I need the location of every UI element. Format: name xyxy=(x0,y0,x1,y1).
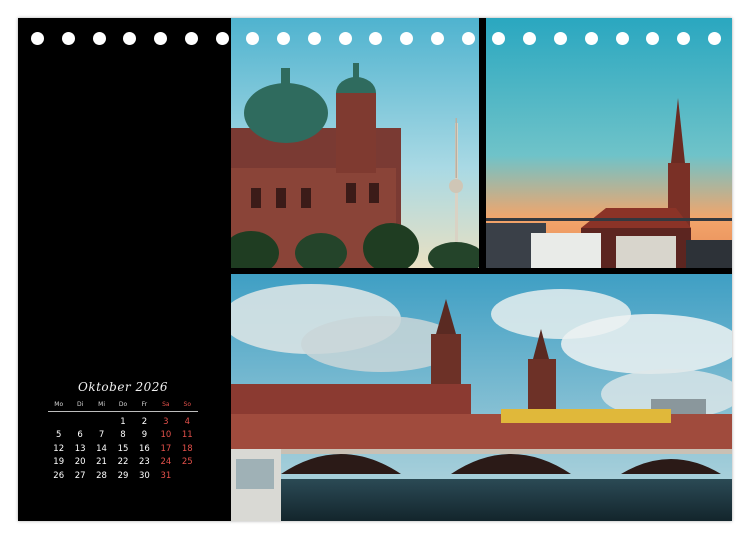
day-cell: 29 xyxy=(117,470,129,481)
binding-hole xyxy=(215,32,229,45)
binding-hole xyxy=(338,32,352,45)
day-grid: 1 2 3 4 5 6 7 8 9 10 11 12 13 14 15 16 17 18 19 20 21 22 23 24 2… xyxy=(48,412,198,483)
day-cell: 28 xyxy=(96,470,107,481)
day-cell: 9 xyxy=(141,430,148,441)
day-cell: 7 xyxy=(98,430,105,441)
calendar-page: Oktober 2026 Mo Di Mi Do Fr Sa So 1 2 3 4 5 6 7 8 9 10 1… xyxy=(18,18,732,521)
day-cell: 6 xyxy=(77,430,83,441)
day-cell: 3 xyxy=(163,416,169,427)
day-cell: 30 xyxy=(139,470,150,481)
day-cell: 15 xyxy=(117,443,129,454)
binding-hole xyxy=(523,32,537,45)
day-cell: 26 xyxy=(53,470,65,481)
binding-hole xyxy=(461,32,475,45)
day-cell: 8 xyxy=(120,430,126,441)
binding-hole xyxy=(184,32,198,45)
day-cell: 14 xyxy=(96,443,107,454)
binding-hole xyxy=(707,32,721,45)
binding-hole xyxy=(677,32,691,45)
day-cell: 25 xyxy=(181,457,193,468)
binding-hole xyxy=(369,32,383,45)
day-cell: 2 xyxy=(141,416,148,427)
day-cell: 31 xyxy=(160,470,172,481)
binding-hole xyxy=(554,32,568,45)
weekday-label: Fr xyxy=(141,401,148,408)
day-cell: 13 xyxy=(74,443,86,454)
weekday-label: Mi xyxy=(98,401,105,408)
photo-bridge xyxy=(231,274,732,521)
photo-church-spire xyxy=(486,18,732,268)
weekday-label: So xyxy=(183,401,192,408)
day-cell: 23 xyxy=(139,457,150,468)
day-cell: 24 xyxy=(160,457,172,468)
day-cell: 19 xyxy=(53,457,65,468)
day-cell: 22 xyxy=(117,457,129,468)
binding-hole xyxy=(277,32,291,45)
day-cell: 1 xyxy=(120,416,126,427)
day-cell: 20 xyxy=(74,457,86,468)
weekday-label: Do xyxy=(118,401,128,408)
binding-hole xyxy=(584,32,598,45)
binding-hole xyxy=(430,32,444,45)
cathedral-illustration xyxy=(231,18,479,268)
binding-hole xyxy=(646,32,660,45)
day-cell: 27 xyxy=(74,470,86,481)
day-cell: 11 xyxy=(181,430,193,441)
day-cell: 21 xyxy=(96,457,107,468)
day-cell: 10 xyxy=(160,430,172,441)
photo-cathedral xyxy=(231,18,479,268)
binding-hole xyxy=(154,32,168,45)
day-cell: 5 xyxy=(56,430,62,441)
day-cell: 16 xyxy=(139,443,150,454)
day-cell: 17 xyxy=(160,443,172,454)
weekday-label: Sa xyxy=(162,401,170,408)
month-calendar: Oktober 2026 Mo Di Mi Do Fr Sa So 1 2 3 4 5 6 7 8 9 10 1… xyxy=(48,380,198,483)
weekday-header: Mo Di Mi Do Fr Sa So xyxy=(48,401,198,412)
church-illustration xyxy=(486,18,732,268)
binding-hole xyxy=(400,32,414,45)
weekday-label: Mo xyxy=(54,401,64,408)
day-cell: 12 xyxy=(53,443,65,454)
binding-hole xyxy=(92,32,106,45)
binding-hole xyxy=(246,32,260,45)
binding-hole xyxy=(31,32,44,45)
month-title: Oktober 2026 xyxy=(77,380,169,394)
binding-holes xyxy=(31,32,721,48)
binding-hole xyxy=(61,32,75,45)
weekday-label: Di xyxy=(76,401,84,408)
binding-hole xyxy=(307,32,321,45)
binding-hole xyxy=(615,32,629,45)
day-cell: 4 xyxy=(184,416,190,427)
bridge-illustration xyxy=(231,274,732,521)
day-cell: 18 xyxy=(181,443,193,454)
binding-hole xyxy=(123,32,137,45)
binding-hole xyxy=(492,32,506,45)
